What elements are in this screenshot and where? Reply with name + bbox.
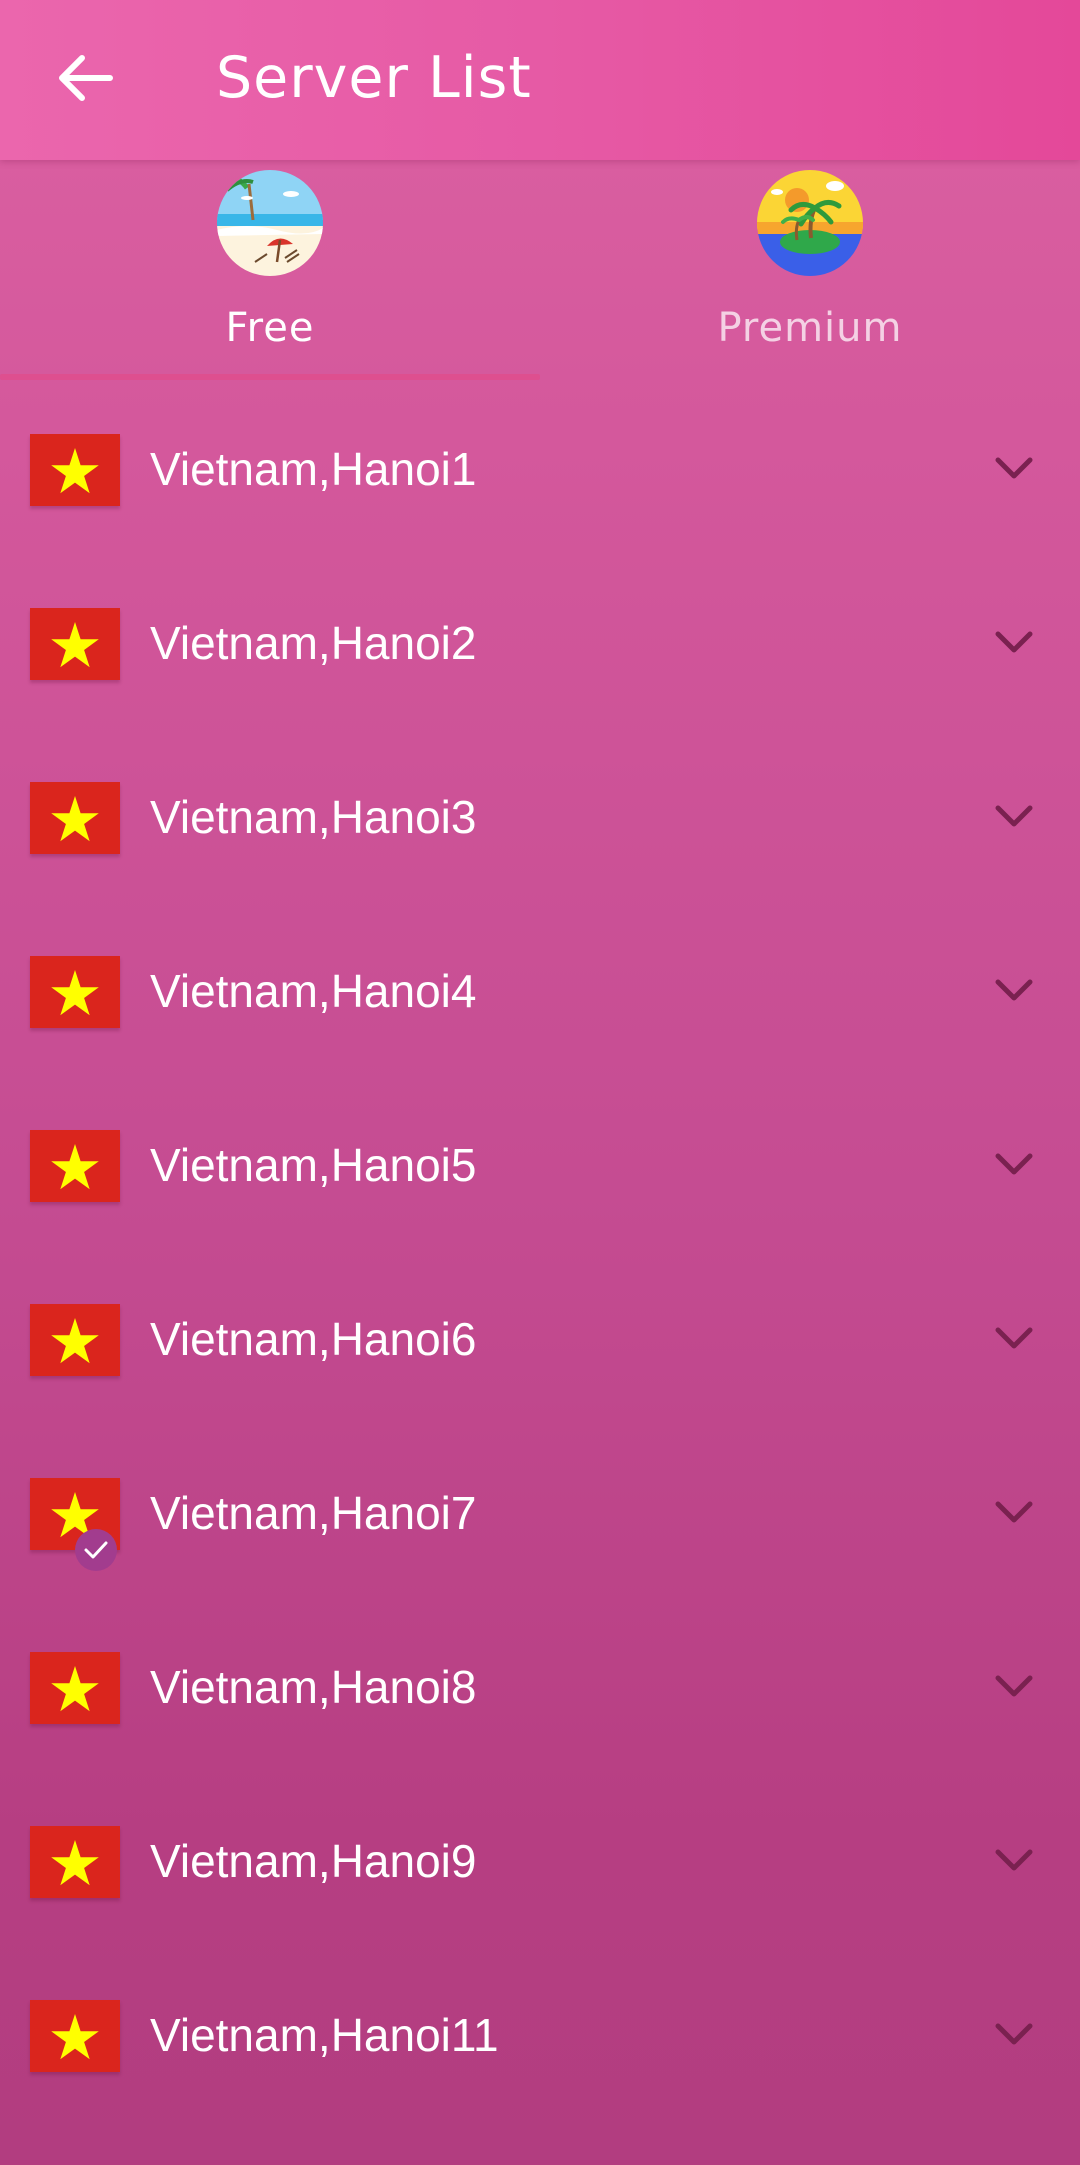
beach-umbrella-icon <box>217 170 323 276</box>
tab-selected-indicator <box>0 374 540 380</box>
server-row[interactable]: Vietnam,Hanoi5 <box>0 1102 1080 1222</box>
server-row[interactable]: Vietnam,Hanoi8 <box>0 1624 1080 1744</box>
vietnam-flag-icon <box>30 956 120 1028</box>
tab-bar: Free Premium <box>0 160 1080 382</box>
back-button[interactable] <box>40 40 128 116</box>
vietnam-flag-icon <box>30 434 120 506</box>
server-row[interactable]: Vietnam,Hanoi4 <box>0 928 1080 1048</box>
server-name: Vietnam,Hanoi2 <box>150 617 477 669</box>
server-name: Vietnam,Hanoi3 <box>150 791 477 843</box>
server-name: Vietnam,Hanoi1 <box>150 443 477 495</box>
chevron-down-icon[interactable] <box>990 448 1038 488</box>
server-row[interactable]: Vietnam,Hanoi6 <box>0 1276 1080 1396</box>
server-row[interactable]: Vietnam,Hanoi1 <box>0 406 1080 526</box>
arrow-left-icon <box>59 55 113 101</box>
server-name: Vietnam,Hanoi7 <box>150 1487 477 1539</box>
server-name: Vietnam,Hanoi4 <box>150 965 477 1017</box>
tab-premium-label: Premium <box>717 305 903 351</box>
chevron-down-icon[interactable] <box>990 1144 1038 1184</box>
server-row[interactable]: Vietnam,Hanoi9 <box>0 1798 1080 1918</box>
chevron-down-icon[interactable] <box>990 1666 1038 1706</box>
vietnam-flag-icon <box>30 1304 120 1376</box>
page-title: Server List <box>216 45 532 111</box>
server-name: Vietnam,Hanoi5 <box>150 1139 477 1191</box>
server-name: Vietnam,Hanoi9 <box>150 1835 477 1887</box>
chevron-down-icon[interactable] <box>990 2014 1038 2054</box>
chevron-down-icon[interactable] <box>990 1840 1038 1880</box>
server-row[interactable]: Vietnam,Hanoi11 <box>0 1972 1080 2092</box>
palm-island-icon <box>757 170 863 276</box>
server-name: Vietnam,Hanoi11 <box>150 2009 499 2061</box>
chevron-down-icon[interactable] <box>990 970 1038 1010</box>
vietnam-flag-icon <box>30 782 120 854</box>
check-icon <box>75 1529 117 1571</box>
server-row-selected[interactable]: Vietnam,Hanoi7 <box>0 1450 1080 1571</box>
vietnam-flag-icon <box>30 2000 120 2072</box>
tab-free[interactable]: Free <box>0 160 540 382</box>
app-bar: Server List <box>0 0 1080 160</box>
vietnam-flag-icon <box>30 1130 120 1202</box>
server-name: Vietnam,Hanoi8 <box>150 1661 477 1713</box>
server-name: Vietnam,Hanoi6 <box>150 1313 477 1365</box>
vietnam-flag-icon <box>30 608 120 680</box>
vietnam-flag-icon <box>30 1826 120 1898</box>
chevron-down-icon[interactable] <box>990 622 1038 662</box>
tab-premium[interactable]: Premium <box>540 160 1080 382</box>
vietnam-flag-icon <box>30 1652 120 1724</box>
chevron-down-icon[interactable] <box>990 796 1038 836</box>
tab-free-label: Free <box>225 305 315 351</box>
server-row[interactable]: Vietnam,Hanoi2 <box>0 580 1080 700</box>
chevron-down-icon[interactable] <box>990 1492 1038 1532</box>
server-row[interactable]: Vietnam,Hanoi3 <box>0 754 1080 874</box>
chevron-down-icon[interactable] <box>990 1318 1038 1358</box>
